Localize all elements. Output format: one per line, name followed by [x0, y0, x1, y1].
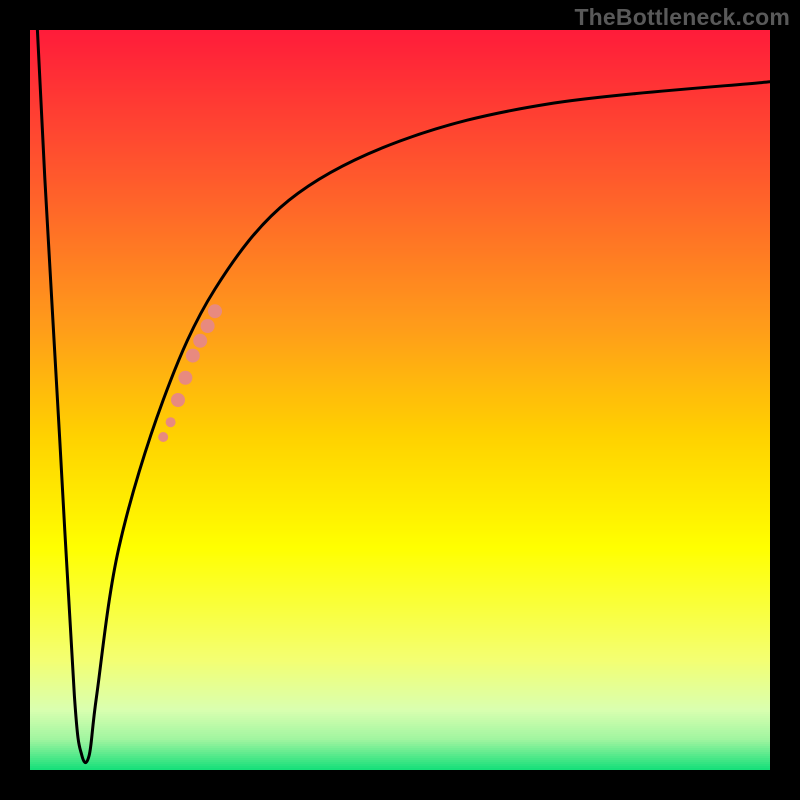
gradient-background	[30, 30, 770, 770]
watermark-text: TheBottleneck.com	[574, 4, 790, 31]
chart-frame: TheBottleneck.com	[0, 0, 800, 800]
plot-area	[30, 30, 770, 770]
